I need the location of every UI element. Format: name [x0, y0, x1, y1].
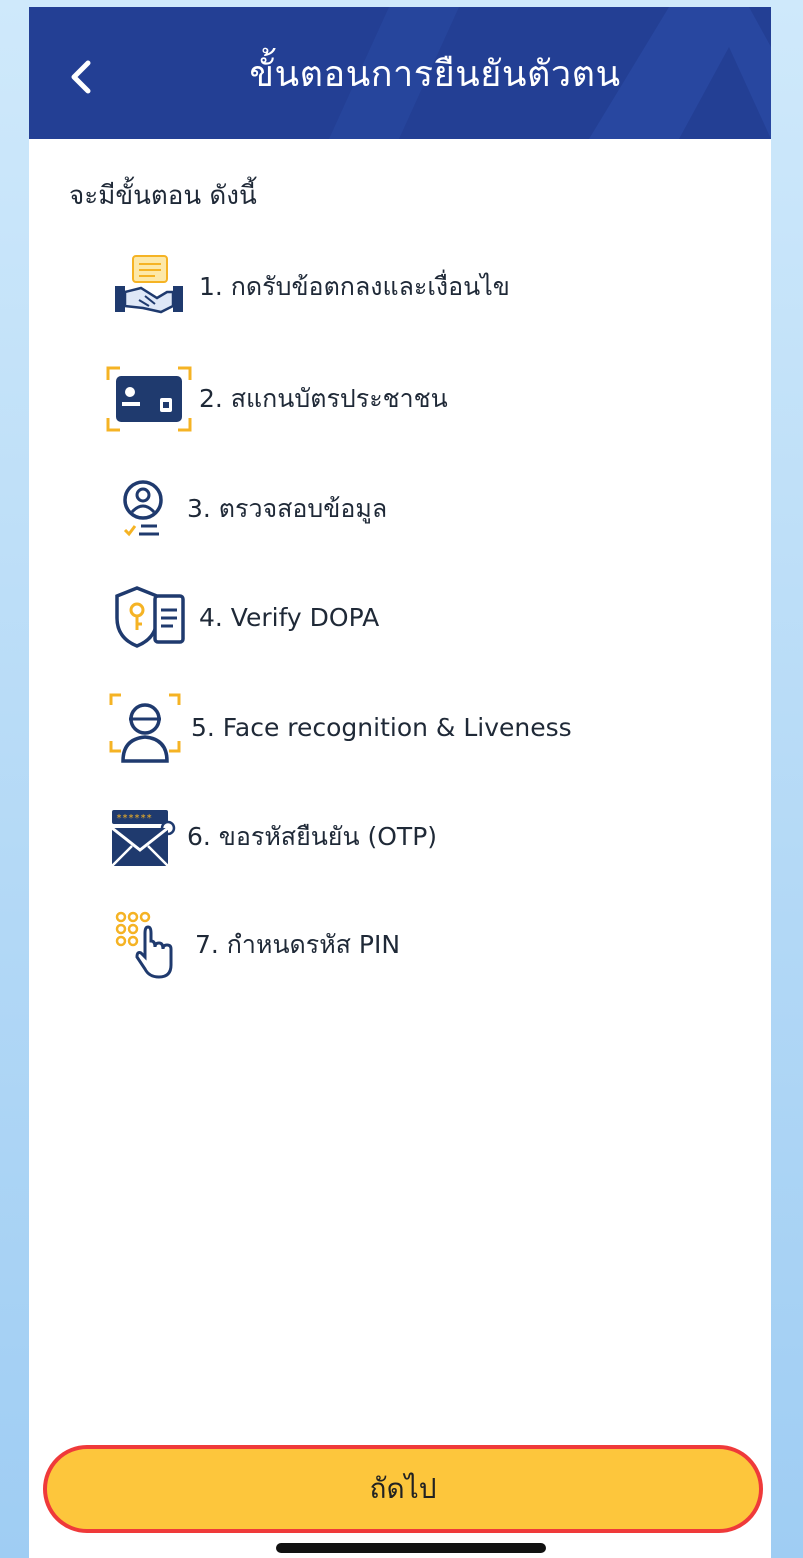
step-label-7: 7. กำหนดรหัส PIN [195, 930, 401, 959]
chevron-left-icon [71, 60, 91, 94]
footer-action: ถัดไป [29, 1439, 771, 1539]
step-item-4: 4. Verify DOPA [99, 577, 379, 657]
face-scan-icon [99, 687, 191, 767]
app-header: ขั้นตอนการยืนยันตัวตน [29, 7, 771, 139]
user-verify-icon [99, 469, 187, 549]
id-card-scan-icon [99, 359, 199, 439]
phone-screen: ขั้นตอนการยืนยันตัวตน จะมีขั้นตอน ดังนี้… [29, 7, 771, 1558]
handshake-agreement-icon [99, 247, 199, 327]
step-item-7: 7. กำหนดรหัส PIN [99, 905, 400, 985]
next-button[interactable]: ถัดไป [43, 1445, 763, 1533]
step-item-5: 5. Face recognition & Liveness [99, 687, 572, 767]
page-title: ขั้นตอนการยืนยันตัวตน [249, 53, 621, 95]
step-label-3: 3. ตรวจสอบข้อมูล [187, 494, 388, 523]
otp-envelope-icon: ****** [99, 797, 187, 877]
back-button[interactable] [51, 47, 111, 107]
step-label-6: 6. ขอรหัสยืนยัน (OTP) [187, 822, 438, 851]
home-indicator [276, 1543, 546, 1553]
step-label-2: 2. สแกนบัตรประชาชน [199, 384, 448, 413]
step-label-1: 1. กดรับข้อตกลงและเงื่อนไข [199, 272, 510, 301]
step-label-4: 4. Verify DOPA [199, 602, 380, 632]
svg-text:******: ****** [116, 813, 152, 824]
step-item-1: 1. กดรับข้อตกลงและเงื่อนไข [99, 247, 510, 327]
pin-keypad-icon [99, 905, 195, 985]
step-item-3: 3. ตรวจสอบข้อมูล [99, 469, 387, 549]
step-label-5: 5. Face recognition & Liveness [191, 712, 572, 742]
step-item-2: 2. สแกนบัตรประชาชน [99, 359, 448, 439]
intro-text: จะมีขั้นตอน ดังนี้ [69, 181, 257, 211]
step-item-6: ****** 6. ขอรหัสยืนยัน (OTP) [99, 797, 437, 877]
shield-id-icon [99, 577, 199, 657]
